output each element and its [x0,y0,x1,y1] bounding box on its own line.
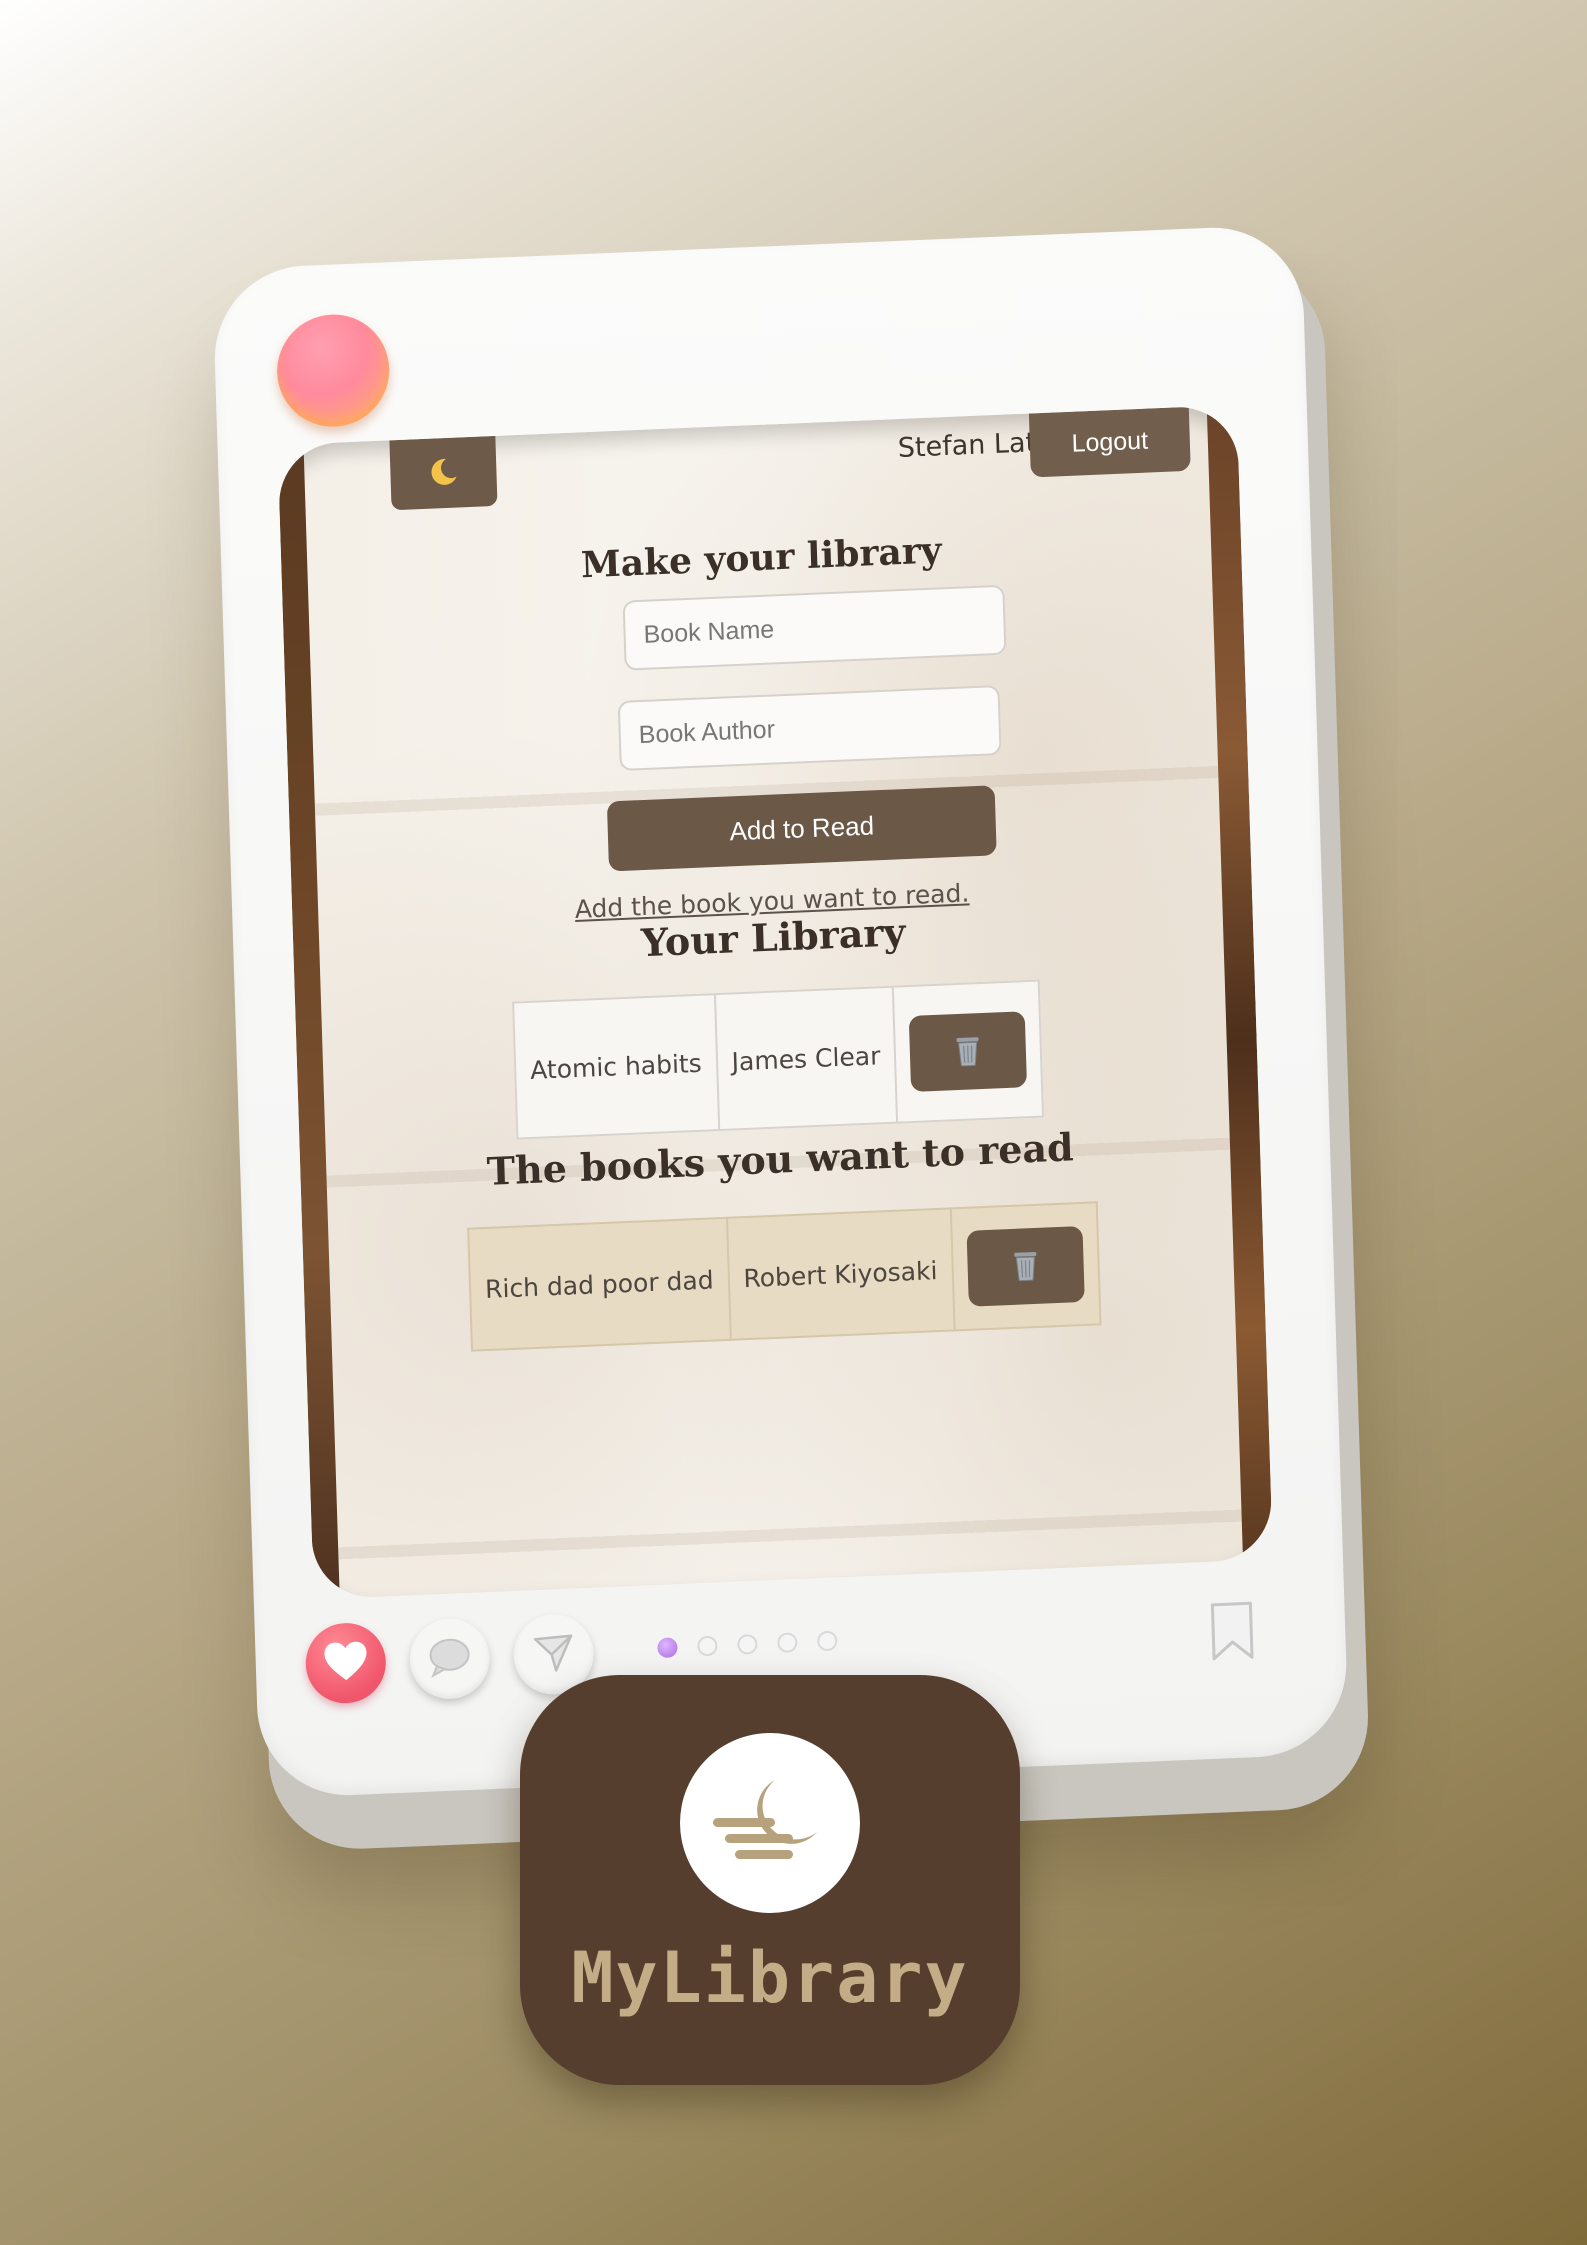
pagination-dot-4[interactable] [777,1632,798,1654]
share-icon [531,1630,576,1680]
moon-cloud-icon [705,1766,835,1880]
bookmark-button[interactable] [1204,1599,1260,1663]
book-name-cell: Rich dad poor dad [468,1217,731,1351]
heart-icon [322,1639,369,1687]
app-name: MyLibrary [571,1937,969,2019]
carousel-pagination [657,1630,838,1659]
moon-icon [426,454,461,492]
delete-button[interactable] [909,1011,1028,1093]
action-cell [893,980,1044,1123]
logout-button[interactable]: Logout [1028,406,1191,478]
comment-button[interactable] [408,1617,491,1701]
trash-icon [1010,1247,1041,1285]
like-button[interactable] [304,1621,388,1705]
book-author-cell: James Clear [714,986,898,1131]
pagination-dot-2[interactable] [697,1635,718,1657]
want-to-read-table: Rich dad poor dad Robert Kiyosaki [467,1201,1102,1352]
post-card: Stefan Latic Logout Make your library Ad… [211,223,1350,1799]
pagination-dot-3[interactable] [737,1633,758,1655]
book-author-cell: Robert Kiyosaki [726,1208,955,1340]
app-screen: Stefan Latic Logout Make your library Ad… [277,404,1273,1600]
delete-button[interactable] [966,1225,1085,1307]
table-row: Rich dad poor dad Robert Kiyosaki [468,1202,1101,1351]
table-row: Atomic habits James Clear [513,980,1044,1139]
pagination-dot-5[interactable] [817,1630,838,1652]
pagination-dot-1[interactable] [657,1637,678,1659]
post-frame: Stefan Latic Logout Make your library Ad… [211,223,1371,1853]
user-name: Stefan Latic [897,426,1059,465]
logo-badge [680,1733,860,1913]
action-cell [950,1202,1101,1331]
app-logo: MyLibrary [520,1675,1020,2085]
library-table: Atomic habits James Clear [512,979,1045,1140]
theme-toggle-button[interactable] [389,435,498,511]
trash-icon [953,1032,984,1070]
bookmark-icon [1206,1601,1261,1667]
comment-icon [426,1635,473,1683]
book-name-cell: Atomic habits [513,994,719,1139]
status-dot [275,312,391,429]
